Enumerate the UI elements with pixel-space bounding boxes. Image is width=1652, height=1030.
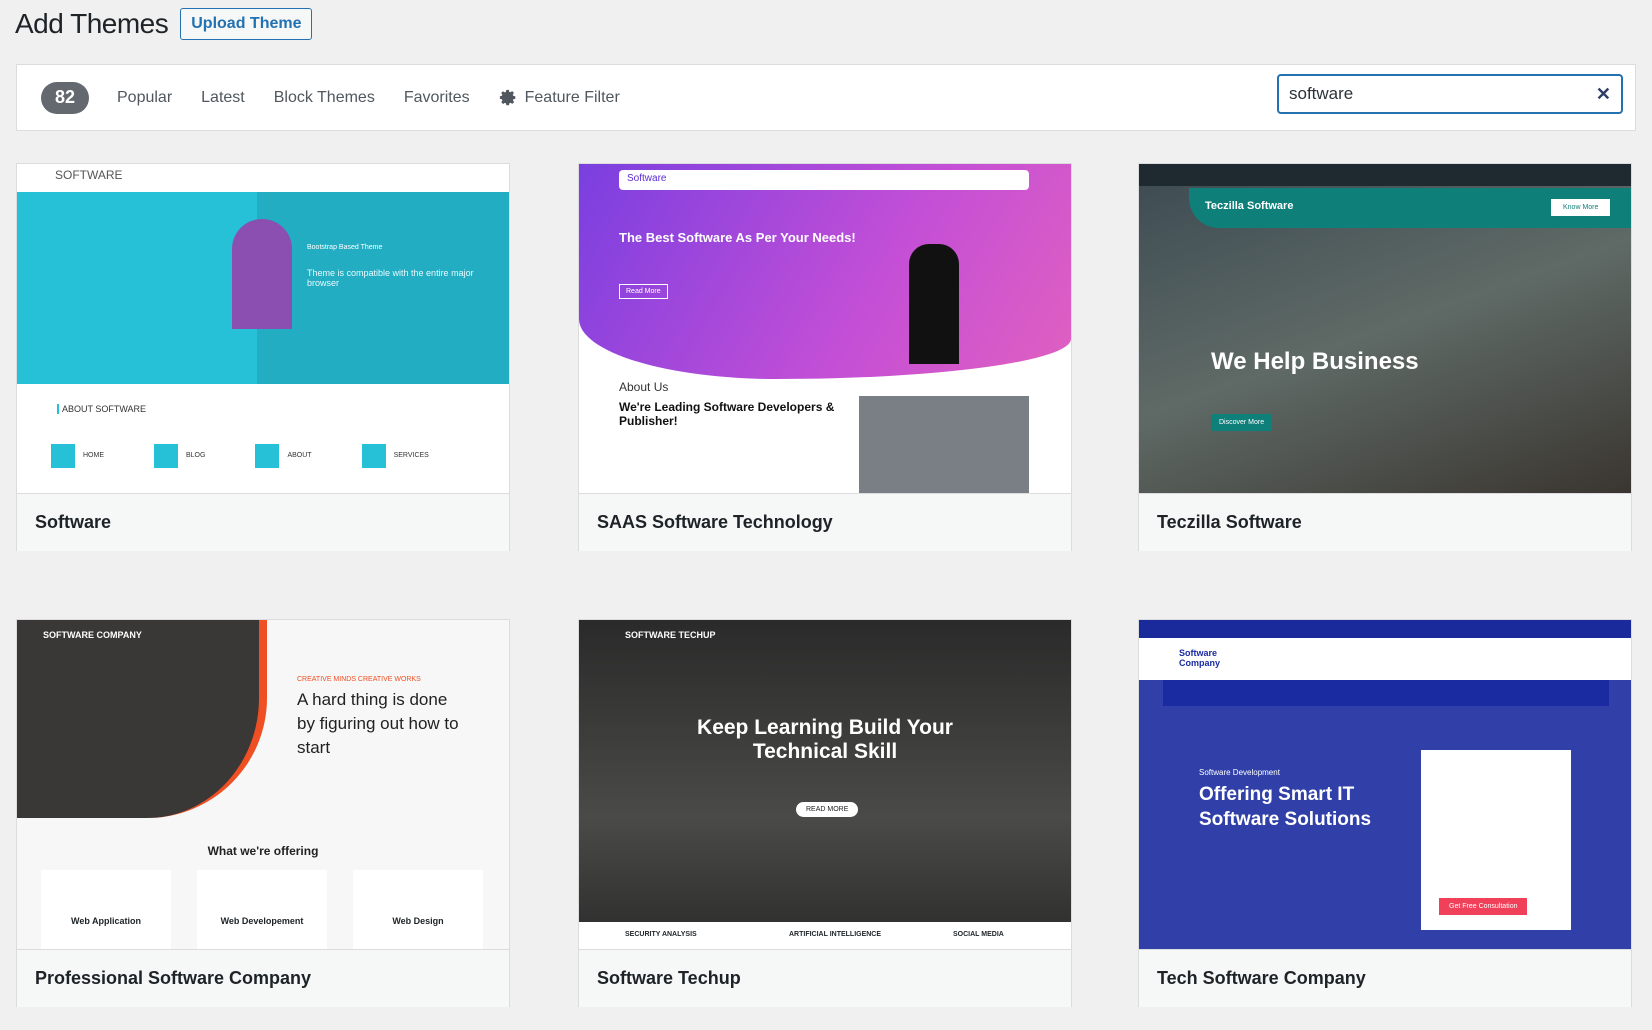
preview-text: Theme is compatible with the entire majo…	[307, 268, 474, 288]
preview-logo: SOFTWARE TECHUP	[625, 630, 716, 640]
preview-item: SECURITY ANALYSIS	[625, 931, 697, 938]
theme-name[interactable]: Teczilla Software	[1139, 493, 1631, 551]
preview-kicker: Software Development	[1199, 768, 1280, 777]
preview-item: SERVICES	[361, 444, 429, 468]
preview-logo: Teczilla Software	[1205, 200, 1294, 212]
theme-card[interactable]: SOFTWARE COMPANY CREATIVE MINDS CREATIVE…	[16, 619, 510, 1007]
preview-item: SOCIAL MEDIA	[953, 931, 1004, 938]
tab-popular[interactable]: Popular	[117, 89, 172, 107]
preview-logo: Software	[627, 173, 667, 184]
preview-section: ABOUT SOFTWARE	[57, 404, 146, 414]
preview-kicker: CREATIVE MINDS CREATIVE WORKS	[297, 676, 421, 683]
preview-headline: Offering Smart IT Software Solutions	[1199, 784, 1372, 830]
gear-icon	[499, 89, 515, 105]
preview-section: What we're offering	[207, 844, 319, 858]
preview-cta: Discover More	[1211, 414, 1273, 431]
theme-screenshot[interactable]: Software Company Software Development Of…	[1139, 620, 1631, 949]
theme-card[interactable]: Teczilla Software Know More We Help Busi…	[1138, 163, 1632, 551]
preview-headline: Keep Learning Build Your Technical Skill	[697, 716, 953, 763]
preview-logo: Software Company	[1179, 648, 1221, 668]
preview-item: ARTIFICIAL INTELLIGENCE	[789, 931, 882, 938]
theme-screenshot[interactable]: Software The Best Software As Per Your N…	[579, 164, 1071, 493]
preview-headline: We Help Business	[1211, 348, 1419, 375]
tab-latest[interactable]: Latest	[201, 89, 245, 107]
theme-card[interactable]: SOFTWARE Bootstrap Based Theme Theme is …	[16, 163, 510, 551]
theme-screenshot[interactable]: SOFTWARE COMPANY CREATIVE MINDS CREATIVE…	[17, 620, 509, 949]
theme-name[interactable]: Tech Software Company	[1139, 949, 1631, 1007]
preview-button: READ MORE	[796, 802, 859, 817]
close-icon[interactable]: ✕	[1596, 84, 1611, 105]
search-box: ✕	[1277, 74, 1623, 114]
preview-tag: Bootstrap Based Theme	[307, 244, 383, 251]
preview-item: Web Developement	[197, 870, 327, 949]
theme-name[interactable]: Software Techup	[579, 949, 1071, 1007]
preview-subheading: We're Leading Software Developers & Publ…	[619, 400, 835, 428]
theme-name[interactable]: Professional Software Company	[17, 949, 509, 1007]
page-header: Add Themes Upload Theme	[15, 8, 313, 40]
preview-button: Know More	[1551, 199, 1611, 216]
theme-card[interactable]: Software Company Software Development Of…	[1138, 619, 1632, 1007]
preview-item: Web Design	[353, 870, 483, 949]
theme-name[interactable]: SAAS Software Technology	[579, 493, 1071, 551]
search-input[interactable]	[1289, 84, 1596, 104]
preview-logo: SOFTWARE	[55, 168, 123, 182]
preview-headline: A hard thing is done by figuring out how…	[297, 690, 459, 757]
upload-theme-button[interactable]: Upload Theme	[180, 8, 313, 40]
preview-button: Get Free Consultation	[1439, 898, 1528, 915]
preview-logo: SOFTWARE COMPANY	[43, 630, 142, 640]
tab-block-themes[interactable]: Block Themes	[274, 89, 375, 107]
preview-item: Web Application	[41, 870, 171, 949]
feature-filter-button[interactable]: Feature Filter	[499, 89, 620, 107]
preview-item: BLOG	[154, 444, 205, 468]
theme-screenshot[interactable]: SOFTWARE TECHUP Keep Learning Build Your…	[579, 620, 1071, 949]
theme-screenshot[interactable]: Teczilla Software Know More We Help Busi…	[1139, 164, 1631, 493]
preview-item: ABOUT	[255, 444, 312, 468]
filter-bar: 82 Popular Latest Block Themes Favorites…	[16, 64, 1636, 131]
feature-filter-label: Feature Filter	[524, 88, 620, 106]
theme-card[interactable]: Software The Best Software As Per Your N…	[578, 163, 1072, 551]
tab-favorites[interactable]: Favorites	[404, 89, 470, 107]
preview-button: Read More	[619, 284, 668, 299]
theme-card[interactable]: SOFTWARE TECHUP Keep Learning Build Your…	[578, 619, 1072, 1007]
page-title: Add Themes	[15, 8, 169, 39]
theme-name[interactable]: Software	[17, 493, 509, 551]
preview-headline: The Best Software As Per Your Needs!	[619, 230, 856, 245]
theme-screenshot[interactable]: SOFTWARE Bootstrap Based Theme Theme is …	[17, 164, 509, 493]
theme-count-badge: 82	[41, 81, 89, 114]
preview-item: HOME	[51, 444, 104, 468]
preview-about: About Us	[619, 380, 669, 394]
